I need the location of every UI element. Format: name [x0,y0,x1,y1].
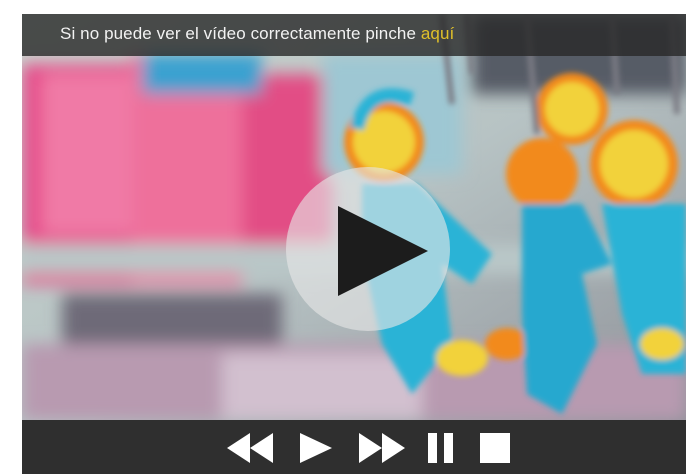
stop-icon [480,433,510,463]
rewind-button[interactable] [227,433,273,463]
notice-link[interactable]: aquí [421,24,455,43]
notice-text: Si no puede ver el vídeo correctamente p… [60,24,454,44]
fast-forward-icon [359,433,405,463]
rewind-icon [227,433,273,463]
play-icon [338,206,428,296]
fast-forward-button[interactable] [359,433,405,463]
control-bar [22,420,686,474]
big-play-button[interactable] [286,167,450,331]
pause-button[interactable] [428,433,454,463]
video-frame[interactable]: Si no puede ver el vídeo correctamente p… [22,14,686,420]
play-button[interactable] [300,433,332,463]
play-icon [300,433,332,463]
stop-button[interactable] [480,433,510,463]
video-player: Si no puede ver el vídeo correctamente p… [22,14,686,474]
pause-icon [428,433,453,463]
notice-bar: Si no puede ver el vídeo correctamente p… [22,14,686,56]
notice-message: Si no puede ver el vídeo correctamente p… [60,24,421,43]
